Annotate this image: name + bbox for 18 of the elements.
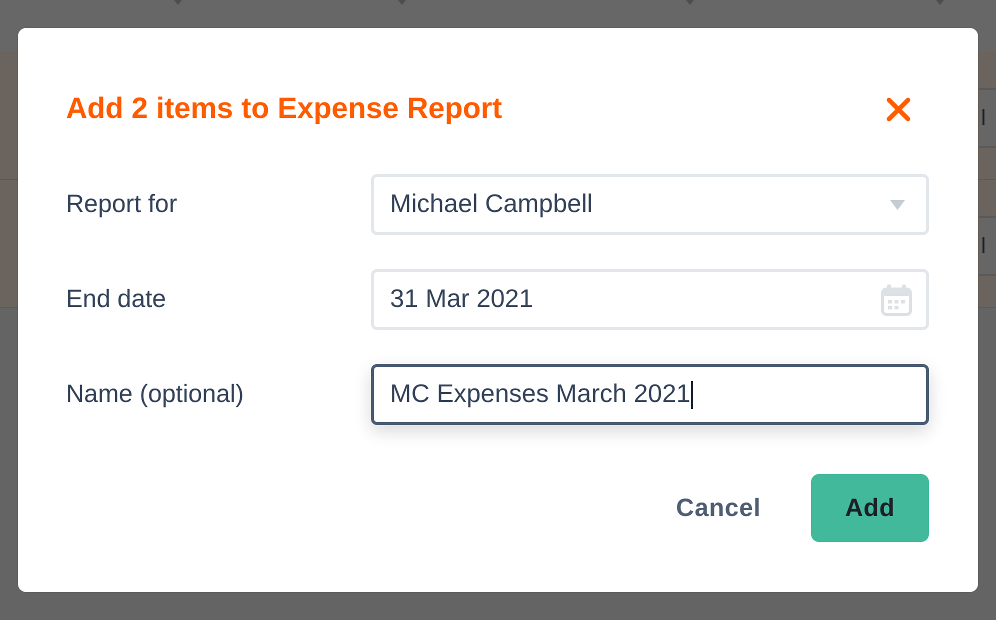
close-button[interactable] (885, 96, 911, 122)
cancel-button[interactable]: Cancel (656, 474, 781, 542)
date-field[interactable]: 31 Mar 2021 (371, 269, 929, 330)
text-input-field[interactable]: MC Expenses March 2021 (371, 364, 929, 425)
calendar-icon (881, 284, 912, 316)
sort-caret-icon (398, 0, 406, 5)
field-label: Report for (66, 190, 178, 219)
sort-caret-icon (686, 0, 694, 5)
add-button[interactable]: Add (811, 474, 929, 542)
close-icon (886, 96, 910, 122)
field-label: End date (66, 285, 166, 314)
field-label: Name (optional) (66, 380, 244, 409)
dropdown-caret-icon (890, 200, 905, 210)
dropdown-field[interactable]: Michael Campbell (371, 174, 929, 235)
sort-caret-icon (936, 0, 944, 5)
sort-caret-icon (174, 0, 182, 5)
dialog-title: Add 2 items to Expense Report (66, 91, 502, 127)
text-cursor-icon (691, 380, 694, 408)
